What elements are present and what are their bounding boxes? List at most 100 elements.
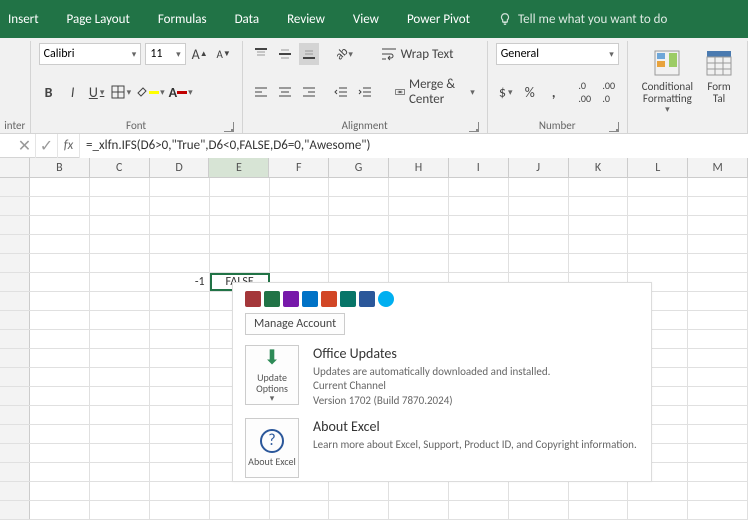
cell[interactable]: [569, 501, 629, 519]
cell[interactable]: [569, 254, 629, 272]
cell[interactable]: [270, 254, 330, 272]
cell[interactable]: [449, 197, 509, 215]
cell[interactable]: [90, 501, 150, 519]
row-header[interactable]: [0, 387, 30, 405]
tab-review[interactable]: Review: [287, 8, 325, 31]
row-header[interactable]: [0, 349, 30, 367]
fill-color-button[interactable]: ▾: [135, 81, 165, 103]
cell[interactable]: [688, 235, 748, 253]
cell[interactable]: [389, 235, 449, 253]
cell[interactable]: [509, 482, 569, 500]
cell[interactable]: [30, 216, 90, 234]
cell[interactable]: [270, 216, 330, 234]
cell[interactable]: [389, 197, 449, 215]
tab-formulas[interactable]: Formulas: [158, 8, 207, 31]
cell[interactable]: [90, 368, 150, 386]
cell[interactable]: [329, 501, 389, 519]
format-as-table-button[interactable]: FormTal: [699, 45, 739, 107]
cell[interactable]: -1: [150, 273, 210, 291]
cell[interactable]: [449, 254, 509, 272]
cell[interactable]: [150, 444, 210, 462]
align-bottom-button[interactable]: [299, 43, 319, 65]
cell[interactable]: [569, 482, 629, 500]
comma-format-button[interactable]: ,: [544, 81, 564, 103]
cell[interactable]: [150, 387, 210, 405]
alignment-dialog-launcher[interactable]: [469, 122, 479, 132]
cell[interactable]: [150, 178, 210, 196]
cell[interactable]: [150, 368, 210, 386]
number-dialog-launcher[interactable]: [609, 122, 619, 132]
row-header[interactable]: [0, 330, 30, 348]
cell[interactable]: [150, 197, 210, 215]
row-header[interactable]: [0, 292, 30, 310]
column-header-J[interactable]: J: [509, 158, 569, 177]
cell[interactable]: [688, 368, 748, 386]
cell[interactable]: [150, 235, 210, 253]
column-header-I[interactable]: I: [449, 158, 509, 177]
cell[interactable]: [449, 501, 509, 519]
cell[interactable]: [270, 501, 330, 519]
update-options-button[interactable]: ⬇ Update Options▾: [245, 345, 299, 405]
tab-power-pivot[interactable]: Power Pivot: [407, 8, 470, 31]
italic-button[interactable]: I: [63, 81, 83, 103]
cell[interactable]: [150, 254, 210, 272]
cell[interactable]: [389, 501, 449, 519]
insert-function-button[interactable]: fx: [58, 134, 80, 158]
cell[interactable]: [688, 273, 748, 291]
cell[interactable]: [389, 482, 449, 500]
cell[interactable]: [688, 254, 748, 272]
cell[interactable]: [30, 197, 90, 215]
cell[interactable]: [90, 273, 150, 291]
accounting-format-button[interactable]: $▾: [496, 81, 516, 103]
cell[interactable]: [90, 311, 150, 329]
cell[interactable]: [30, 273, 90, 291]
row-header[interactable]: [0, 463, 30, 481]
cell[interactable]: [569, 235, 629, 253]
tab-data[interactable]: Data: [235, 8, 260, 31]
cell[interactable]: [628, 178, 688, 196]
cell[interactable]: [329, 235, 389, 253]
cell[interactable]: [688, 444, 748, 462]
cell[interactable]: [30, 292, 90, 310]
column-header-G[interactable]: G: [329, 158, 389, 177]
cell[interactable]: [30, 482, 90, 500]
cell[interactable]: [329, 482, 389, 500]
percent-format-button[interactable]: %: [520, 81, 540, 103]
corner-cell[interactable]: [0, 158, 30, 177]
formula-cancel-button[interactable]: ✕: [14, 134, 36, 158]
cell[interactable]: [628, 254, 688, 272]
cell[interactable]: [329, 197, 389, 215]
cell[interactable]: [569, 197, 629, 215]
cell[interactable]: [329, 178, 389, 196]
orientation-button[interactable]: ab▾: [335, 43, 355, 65]
cell[interactable]: [688, 349, 748, 367]
decrease-indent-button[interactable]: [331, 81, 351, 103]
bold-button[interactable]: B: [39, 81, 59, 103]
tab-page-layout[interactable]: Page Layout: [67, 8, 130, 31]
cell[interactable]: [389, 216, 449, 234]
increase-font-button[interactable]: A▲: [190, 43, 210, 65]
cell[interactable]: [628, 197, 688, 215]
cell[interactable]: [150, 349, 210, 367]
row-header[interactable]: [0, 425, 30, 443]
cell[interactable]: [90, 444, 150, 462]
row-header[interactable]: [0, 368, 30, 386]
cell[interactable]: [30, 368, 90, 386]
decrease-font-button[interactable]: A▼: [214, 43, 234, 65]
column-header-E[interactable]: E: [209, 158, 269, 177]
cell[interactable]: [210, 197, 270, 215]
underline-button[interactable]: U▾: [87, 81, 107, 103]
row-header[interactable]: [0, 444, 30, 462]
cell[interactable]: [90, 254, 150, 272]
column-header-D[interactable]: D: [150, 158, 210, 177]
row-header[interactable]: [0, 311, 30, 329]
row-header[interactable]: [0, 273, 30, 291]
cell[interactable]: [150, 330, 210, 348]
cell[interactable]: [90, 197, 150, 215]
column-header-L[interactable]: L: [628, 158, 688, 177]
tell-me-search[interactable]: Tell me what you want to do: [498, 12, 667, 27]
row-header[interactable]: [0, 254, 30, 272]
cell[interactable]: [90, 330, 150, 348]
cell[interactable]: [90, 463, 150, 481]
number-format-select[interactable]: General▾: [496, 43, 619, 65]
